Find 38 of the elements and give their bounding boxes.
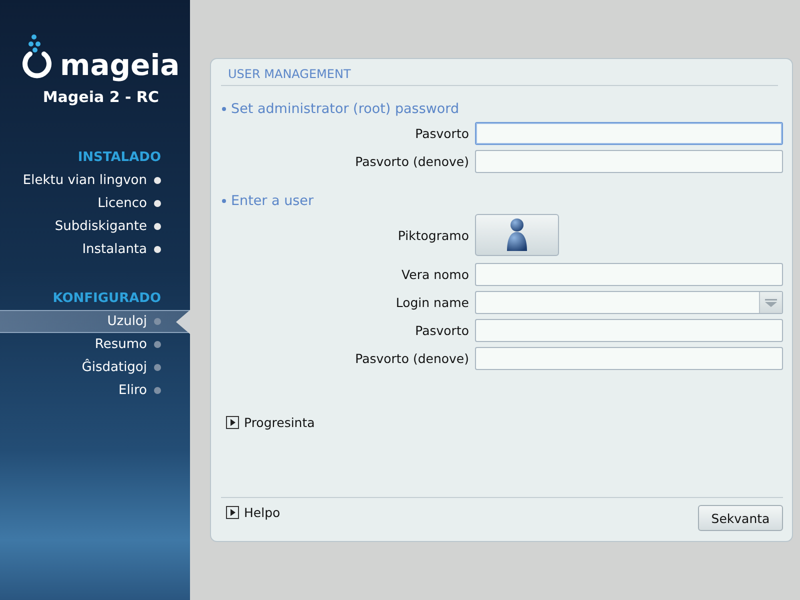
bullet-icon: [222, 199, 226, 203]
login-name-combo[interactable]: [475, 291, 783, 314]
step-item: Uzuloj: [0, 310, 190, 333]
advanced-expander[interactable]: Progresinta: [226, 415, 315, 430]
field-label: Pasvorto (denove): [354, 351, 469, 366]
section-title: INSTALADO: [76, 150, 162, 165]
section-heading: Enter a user: [231, 193, 314, 209]
password-field[interactable]: [475, 347, 783, 370]
user-icon: [506, 218, 528, 252]
step-item: Ĝisdatigoj: [0, 356, 190, 379]
password-field[interactable]: [475, 263, 783, 286]
step-item: Eliro: [0, 379, 190, 402]
password-field[interactable]: [475, 122, 783, 145]
step-item: Instalanta: [0, 238, 190, 261]
section-title: KONFIGURADO: [52, 291, 162, 306]
field-label: Pasvorto: [414, 323, 469, 338]
pointer-icon: [176, 310, 190, 334]
panel-title: USER MANAGEMENT: [221, 65, 778, 86]
version-title: Mageia 2 - RC: [42, 88, 159, 106]
field-label: Pasvorto: [414, 126, 469, 141]
dropdown-icon: [765, 298, 777, 306]
field-label: Pasvorto (denove): [354, 154, 469, 169]
field-label: Vera nomo: [400, 267, 469, 282]
help-expander[interactable]: Helpo: [226, 505, 280, 520]
next-button[interactable]: Sekvanta: [698, 505, 783, 531]
bullet-icon: [222, 107, 226, 111]
field-label: Login name: [394, 295, 469, 310]
logo-text: mageia: [60, 50, 180, 80]
password-field[interactable]: [475, 319, 783, 342]
logo-icon: [22, 34, 52, 80]
step-item: Elektu vian lingvon: [0, 169, 190, 192]
section-heading: Set administrator (root) password: [231, 101, 460, 117]
password-field[interactable]: [475, 150, 783, 173]
step-item: Resumo: [0, 333, 190, 356]
step-item: Subdiskigante: [0, 215, 190, 238]
field-label: Piktogramo: [396, 228, 469, 242]
step-item: Licenco: [0, 192, 190, 215]
avatar-button[interactable]: [475, 214, 559, 256]
